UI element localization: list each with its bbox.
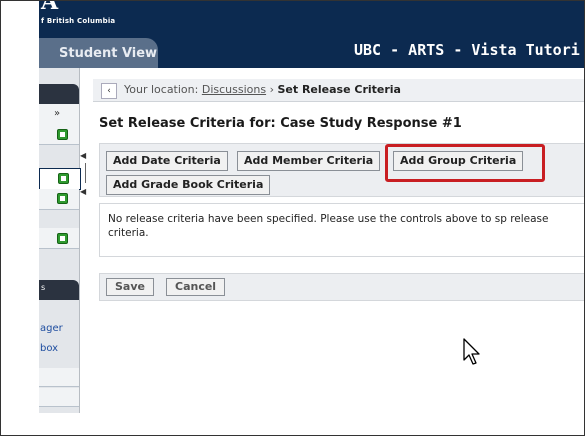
ubc-logo: A [41,0,59,15]
sidebar-row[interactable]: » [39,104,79,125]
sidebar-link[interactable]: box [40,343,58,354]
collapse-divider [85,163,86,183]
tab-student-view-label: Student View [59,46,158,61]
add-icon[interactable] [57,233,68,244]
double-chevron-down-icon[interactable]: » [54,108,60,119]
sidebar-row[interactable] [39,189,79,210]
sidebar-header-label: s [41,283,46,292]
collapse-arrow-icon[interactable]: ◀ [80,187,86,196]
sidebar-collapse-handle[interactable]: ◀ ◀ [80,151,90,261]
page-title: Set Release Criteria for: Case Study Res… [99,116,462,131]
main-content: ‹ Your location: Discussions › Set Relea… [93,79,584,419]
sidebar-row[interactable] [39,388,79,407]
sidebar-header: s [39,280,79,300]
back-arrow-icon[interactable]: ‹ [101,83,117,99]
breadcrumb-prefix: Your location: [124,83,199,96]
add-grade-book-criteria-button[interactable]: Add Grade Book Criteria [106,175,271,195]
breadcrumb-current: Set Release Criteria [277,83,401,96]
mouse-pointer-icon [463,338,480,365]
add-icon[interactable] [57,193,68,204]
left-sidebar: » s ager box [39,68,81,413]
university-subtitle: f British Columbia [41,17,116,25]
breadcrumb-text: Your location: Discussions › Set Release… [124,83,401,96]
breadcrumb-link-discussions[interactable]: Discussions [202,83,266,96]
course-title: UBC - ARTS - Vista Tutori [354,41,580,59]
action-panel: Save Cancel [99,273,584,301]
breadcrumb-separator: › [269,83,274,96]
sidebar-link[interactable]: ager [40,323,63,334]
add-member-criteria-button[interactable]: Add Member Criteria [237,151,381,171]
message-panel: No release criteria have been specified.… [99,203,584,257]
add-icon[interactable] [58,173,69,184]
sidebar-header [39,84,79,104]
collapse-arrow-icon[interactable]: ◀ [80,151,86,160]
screenshot-frame: A f British Columbia Student View UBC - … [0,0,585,436]
tab-student-view[interactable]: Student View [39,38,158,68]
add-date-criteria-button[interactable]: Add Date Criteria [106,151,228,171]
save-button[interactable]: Save [106,278,154,296]
breadcrumb: ‹ Your location: Discussions › Set Relea… [93,79,584,102]
sidebar-row[interactable] [39,368,79,387]
sidebar-row[interactable] [39,228,79,249]
add-icon[interactable] [57,129,68,140]
sidebar-row[interactable] [39,124,79,145]
sidebar-row-selected[interactable] [39,168,81,190]
top-banner: A f British Columbia Student View UBC - … [39,1,584,68]
cancel-button[interactable]: Cancel [166,278,226,296]
no-criteria-message: No release criteria have been specified.… [108,213,549,239]
highlight-annotation [385,144,545,182]
